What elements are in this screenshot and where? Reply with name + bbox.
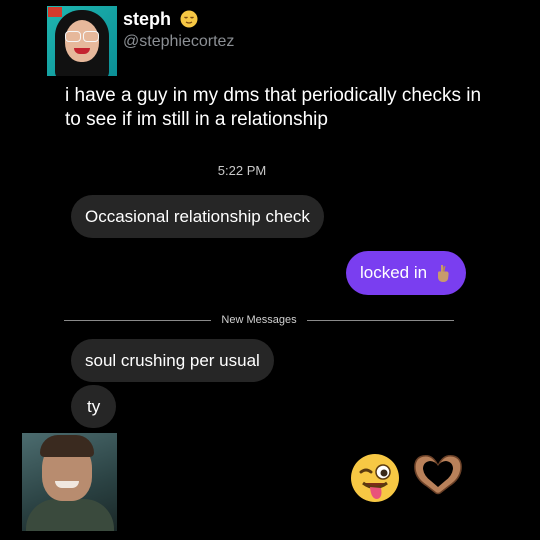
shared-photo[interactable] [22, 433, 117, 531]
message-bubble-sent[interactable]: locked in [346, 251, 467, 295]
new-messages-divider: New Messages [64, 314, 455, 326]
avatar-badge [48, 7, 62, 17]
display-name[interactable]: steph [123, 8, 198, 33]
user-handle[interactable]: @stephiecortez [123, 32, 234, 52]
winking-face-with-tongue-icon[interactable] [349, 452, 401, 509]
message-bubble-received[interactable]: Occasional relationship check [71, 195, 324, 238]
heart-hands-icon[interactable] [411, 452, 465, 501]
message-timestamp: 5:22 PM [217, 163, 267, 178]
message-bubble-received[interactable]: ty [71, 385, 117, 428]
message-bubble-received[interactable]: soul crushing per usual [71, 339, 274, 382]
crossed-fingers-icon [434, 263, 452, 283]
profile-avatar[interactable] [47, 6, 117, 76]
relieved-face-icon [180, 10, 198, 33]
tweet-text: i have a guy in my dms that periodically… [65, 85, 482, 130]
